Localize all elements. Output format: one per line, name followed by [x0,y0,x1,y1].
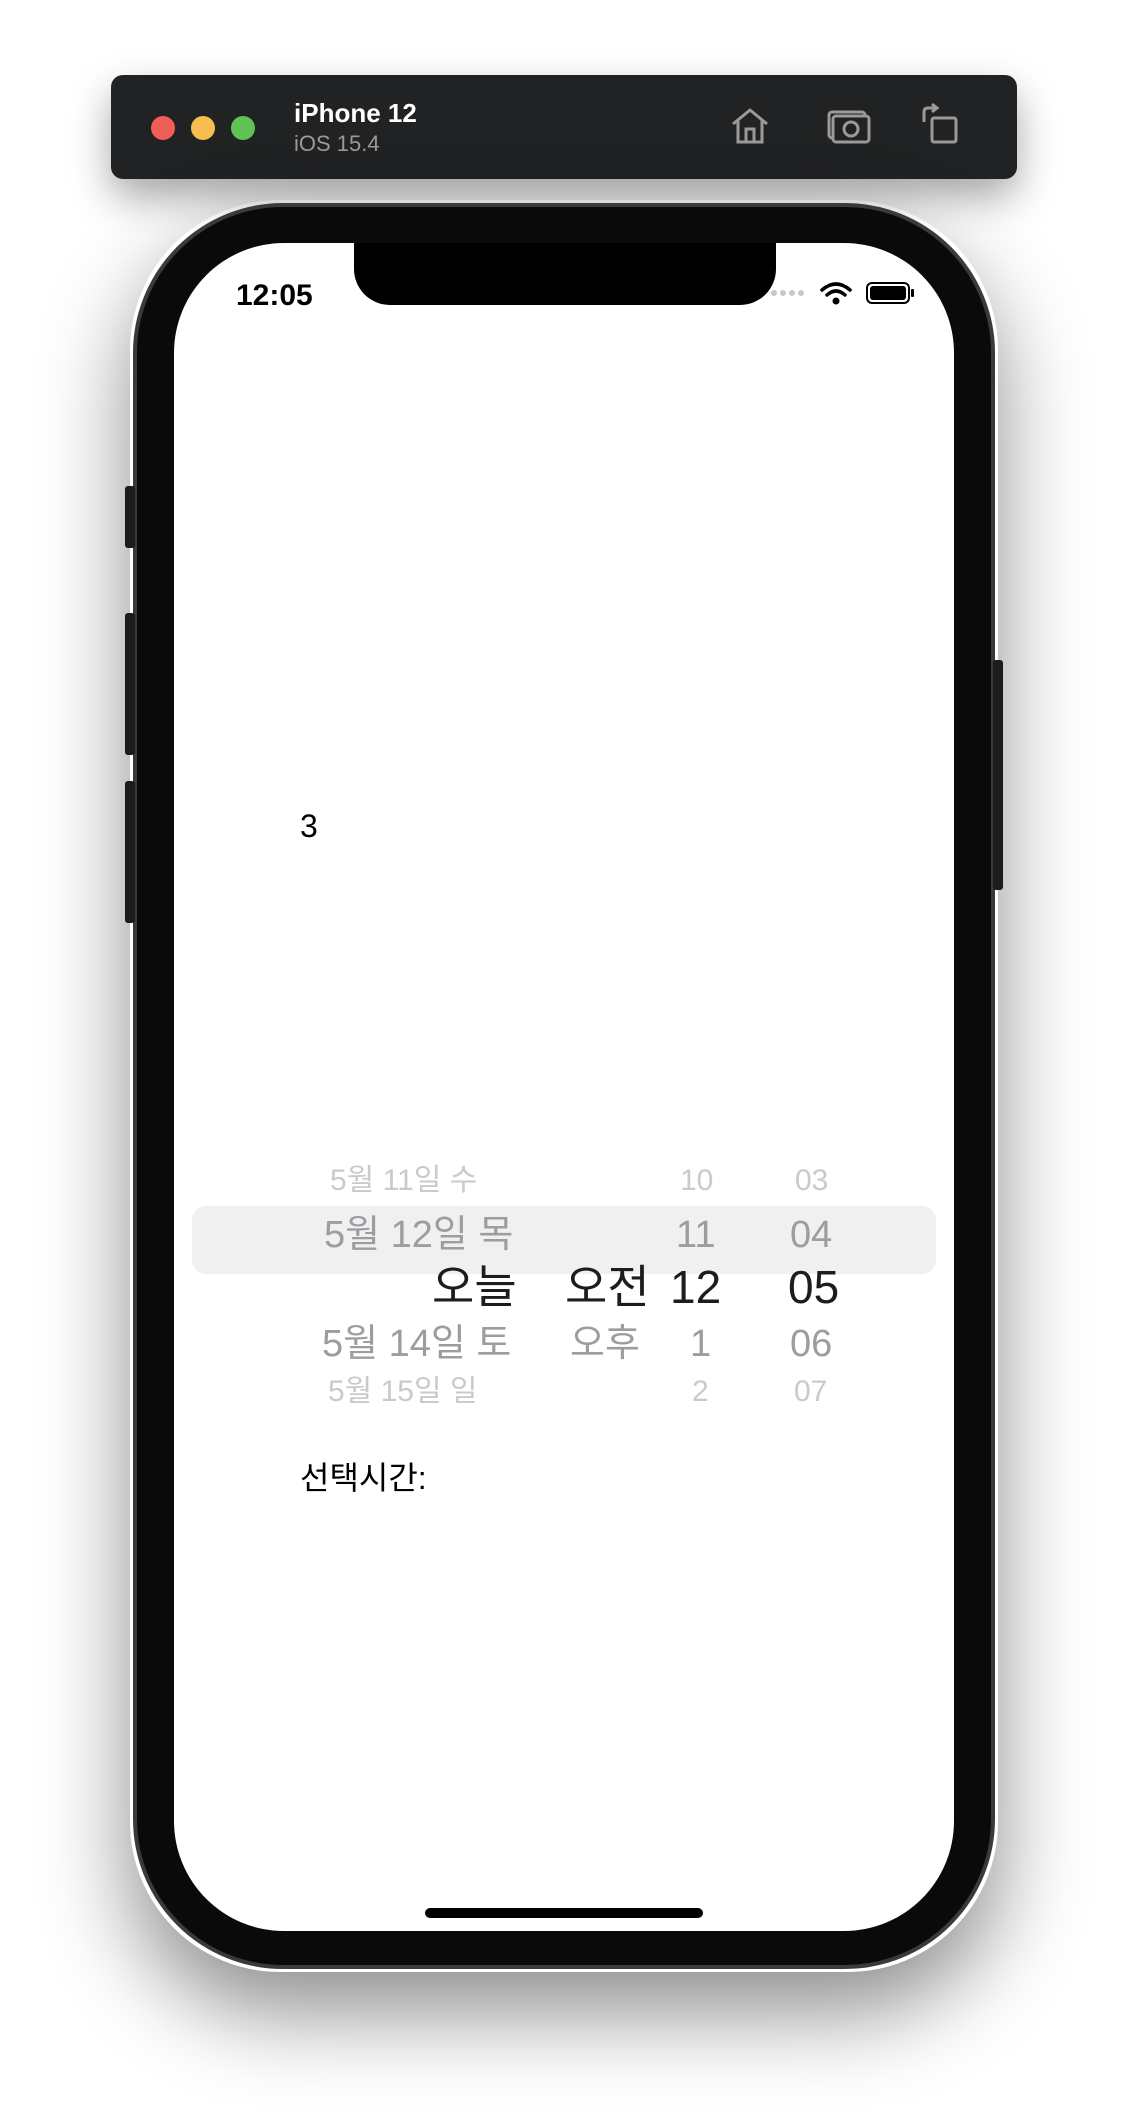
picker-minute-option[interactable]: 06 [790,1325,832,1363]
os-version: iOS 15.4 [294,131,380,156]
picker-date-option[interactable]: 5월 11일 수 [330,1166,477,1196]
home-indicator[interactable] [425,1908,703,1918]
picker-hour-option[interactable]: 1 [690,1325,711,1363]
picker-minute-selected[interactable]: 05 [788,1264,839,1310]
minimize-window-button[interactable] [191,116,215,140]
silent-switch [125,486,135,548]
close-window-button[interactable] [151,116,175,140]
power-button [993,660,1003,890]
count-label: 3 [300,808,318,844]
device-name: iPhone 12 [294,98,417,128]
picker-minute-option[interactable]: 07 [794,1377,827,1407]
volume-up-button [125,613,135,755]
battery-icon [866,282,914,304]
camera-icon [827,110,871,144]
date-time-picker[interactable]: 5월 11일 수 5월 12일 목 오늘 5월 14일 토 5월 15일 일 오… [192,993,936,1513]
status-bar-icons [770,281,914,305]
picker-hour-selected[interactable]: 12 [670,1264,721,1310]
volume-down-button [125,781,135,923]
picker-hour-option[interactable]: 11 [676,1216,715,1254]
picker-date-selected[interactable]: 오늘 [432,1264,517,1310]
picker-minute-option[interactable]: 03 [795,1166,828,1196]
cellular-icon [771,290,804,296]
screenshot-button[interactable] [825,102,871,148]
picker-date-option[interactable]: 5월 12일 목 [324,1216,513,1254]
picker-hour-option[interactable]: 10 [680,1166,713,1196]
picker-date-option[interactable]: 5월 15일 일 [328,1377,478,1407]
picker-date-option[interactable]: 5월 14일 토 [322,1325,511,1363]
zoom-window-button[interactable] [231,116,255,140]
picker-hour-option[interactable]: 2 [692,1377,709,1407]
home-icon [732,108,768,144]
picker-ampm-option[interactable]: 오후 [570,1325,640,1363]
notch [354,243,776,305]
picker-ampm-selected[interactable]: 오전 [565,1264,650,1310]
rotate-button[interactable] [918,102,964,148]
picker-minute-option[interactable]: 04 [790,1216,832,1254]
selected-time-label: 선택시간: [300,1460,427,1496]
wifi-icon [820,282,852,305]
phone-screen: 12:05 3 5월 11일 수 5월 12일 목 오늘 5월 14일 토 5월… [174,243,954,1931]
home-button[interactable] [727,102,773,148]
rotate-icon [922,102,958,144]
status-bar-time: 12:05 [236,279,313,312]
